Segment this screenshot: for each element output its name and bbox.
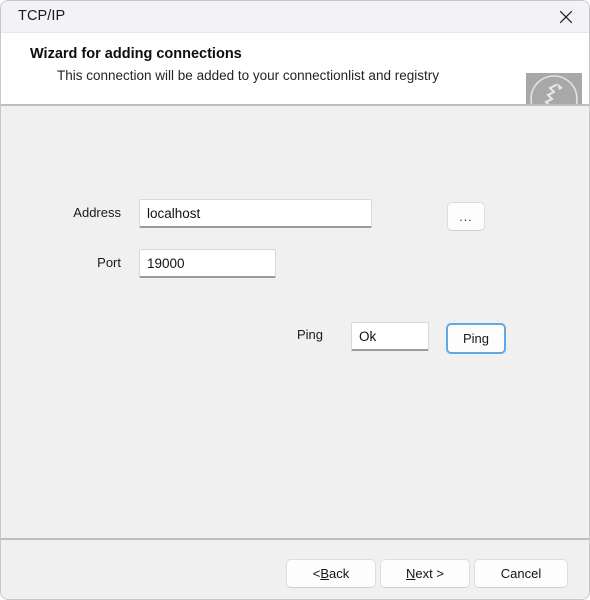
wizard-subtitle: This connection will be added to your co… (57, 68, 439, 83)
close-button[interactable] (543, 1, 589, 32)
wizard-header: Wizard for adding connections This conne… (1, 33, 589, 125)
address-label: Address (73, 205, 121, 220)
dialog-footer: < Back Next > Cancel (1, 540, 589, 599)
next-button-suffix: ext > (415, 566, 444, 581)
back-button-prefix: < (312, 566, 321, 581)
next-button-accel: N (406, 566, 416, 581)
browse-button[interactable]: ... (447, 202, 485, 231)
cancel-button[interactable]: Cancel (474, 559, 568, 588)
ping-result-input[interactable] (351, 322, 429, 351)
next-button[interactable]: Next > (380, 559, 470, 588)
dialog-body: Address Port Ping (1, 106, 589, 538)
window-title: TCP/IP (18, 8, 66, 24)
port-input[interactable] (139, 249, 276, 278)
dialog-window: TCP/IP Wizard for adding connections Thi… (0, 0, 590, 600)
close-icon (559, 10, 573, 24)
ping-button[interactable]: Ping (446, 323, 506, 354)
port-label: Port (97, 255, 121, 270)
back-button[interactable]: < Back (286, 559, 376, 588)
wizard-title: Wizard for adding connections (30, 46, 242, 62)
ping-label: Ping (296, 327, 323, 342)
title-bar: TCP/IP (1, 1, 589, 33)
back-button-accel: B (320, 566, 330, 581)
address-input[interactable] (139, 199, 372, 228)
back-button-suffix: ack (329, 566, 350, 581)
